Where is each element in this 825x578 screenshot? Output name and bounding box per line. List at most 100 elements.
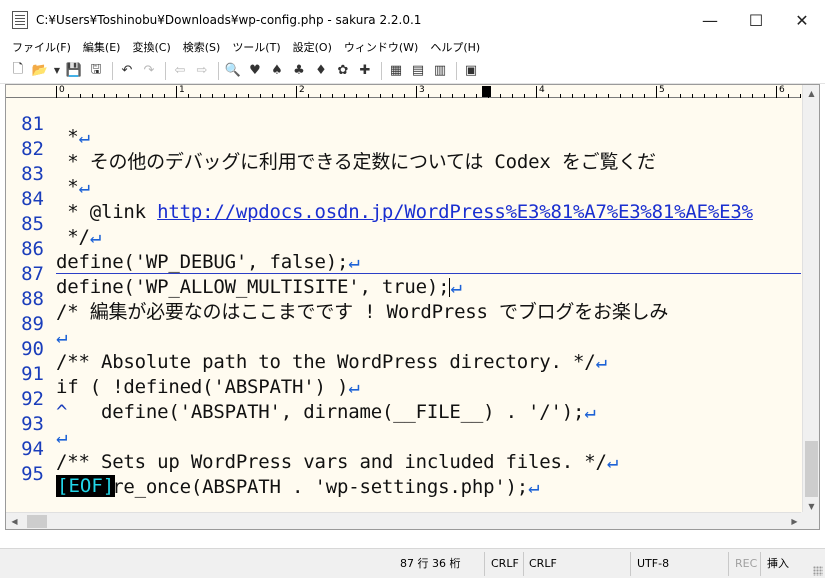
ruler-label: 3 xyxy=(419,85,425,95)
status-bar: 87 行 36 桁 CRLF CRLF UTF-8 REC 挿入 xyxy=(0,548,825,578)
line-number: 95 xyxy=(21,463,44,485)
ruler-major-tick xyxy=(296,86,297,98)
resize-grip-icon[interactable] xyxy=(813,566,823,576)
menu-window[interactable]: ウィンドウ(W) xyxy=(338,39,424,55)
open-folder-icon[interactable]: 📂 xyxy=(30,61,50,81)
save-all-icon[interactable]: 🖫 xyxy=(86,61,106,81)
ruler-label: 5 xyxy=(659,85,665,95)
window-controls: — ☐ ✕ xyxy=(687,0,825,40)
app-icon xyxy=(12,11,28,29)
window-list-icon[interactable]: ▣ xyxy=(461,61,481,81)
ruler-label: 1 xyxy=(179,85,185,95)
code-line: 86 define('WP_DEBUG', false);↵ xyxy=(6,224,801,273)
toolbar-divider xyxy=(456,61,457,80)
toolbar-divider xyxy=(218,61,219,80)
ruler: 0 1 2 3 4 5 6 xyxy=(6,85,801,98)
scrollbar-corner xyxy=(801,512,819,529)
current-code-line: 87 define('WP_ALLOW_MULTISITE', true);↵ xyxy=(6,249,801,298)
status-divider xyxy=(760,552,761,576)
minimize-button[interactable]: — xyxy=(687,0,733,40)
ruler-label: 6 xyxy=(779,85,785,95)
window-title: C:¥Users¥Toshinobu¥Downloads¥wp-config.p… xyxy=(36,13,422,27)
new-file-icon[interactable]: 🗋 xyxy=(8,61,28,81)
settings-icon[interactable]: ▤ xyxy=(408,61,428,81)
code-line: 92 ^ define('ABSPATH', dirname(__FILE__)… xyxy=(6,374,801,423)
horizontal-scroll-thumb[interactable] xyxy=(27,515,47,528)
menu-search[interactable]: 検索(S) xyxy=(177,39,227,55)
ruler-major-tick xyxy=(176,86,177,98)
ruler-major-tick xyxy=(656,86,657,98)
horizontal-scrollbar[interactable]: ◀ ▶ xyxy=(6,512,803,529)
toolbar-divider xyxy=(381,61,382,80)
newline-code[interactable]: CRLF xyxy=(491,554,519,574)
newline-mark: ↵ xyxy=(528,476,540,498)
menu-settings[interactable]: 設定(O) xyxy=(287,39,338,55)
code-line: 89 ↵ xyxy=(6,299,801,348)
code-line: 90 /** Absolute path to the WordPress di… xyxy=(6,324,801,373)
dropdown-icon[interactable]: ▼ xyxy=(52,61,62,81)
toolbar: 🗋 📂 ▼ 💾 🖫 ↶ ↷ ⇦ ⇨ 🔍 ♥ ♠ ♣ ♦ ✿ ✚ ▦ ▤ ▥ ▣ xyxy=(0,58,825,84)
outline-icon[interactable]: ▦ xyxy=(386,61,406,81)
code-line: 82 * その他のデバッグに利用できる定数については Codex をご覧くだ xyxy=(6,124,801,173)
code-line: 95 require_once(ABSPATH . 'wp-settings.p… xyxy=(6,449,801,498)
code-line: 88 /* 編集が必要なのはここまでです ! WordPress でブログをお楽… xyxy=(6,274,801,323)
menu-file[interactable]: ファイル(F) xyxy=(6,39,77,55)
eof-marker: [EOF] xyxy=(56,475,116,497)
cursor-position: 87 行 36 桁 xyxy=(400,557,461,570)
ruler-label: 0 xyxy=(59,85,65,95)
save-icon[interactable]: 💾 xyxy=(64,61,84,81)
macro-record-indicator[interactable]: REC xyxy=(735,554,757,574)
scroll-left-icon[interactable]: ◀ xyxy=(6,513,23,529)
ruler-major-tick xyxy=(776,86,777,98)
code-line: 83 *↵ xyxy=(6,149,801,198)
tag-jump-icon[interactable]: ✚ xyxy=(355,61,375,81)
text-editor[interactable]: 0 1 2 3 4 5 6 81 *↵ 82 * その他のデバッグに利用できる定… xyxy=(5,84,820,530)
ruler-cursor-marker xyxy=(482,86,491,97)
code-line: 94 /** Sets up WordPress vars and includ… xyxy=(6,424,801,473)
toolbar-divider xyxy=(112,61,113,80)
search-prev-icon[interactable]: ♥ xyxy=(245,61,265,81)
menu-convert[interactable]: 変換(C) xyxy=(126,39,176,55)
ruler-label: 2 xyxy=(299,85,305,95)
insert-mode[interactable]: 挿入 xyxy=(767,554,789,574)
ruler-major-tick xyxy=(536,86,537,98)
code-text: require_once(ABSPATH . 'wp-settings.php'… xyxy=(56,476,540,498)
status-divider xyxy=(484,552,485,576)
maximize-button[interactable]: ☐ xyxy=(733,0,779,40)
ruler-label: 4 xyxy=(539,85,545,95)
menu-edit[interactable]: 編集(E) xyxy=(77,39,127,55)
ruler-major-tick xyxy=(56,86,57,98)
menu-help[interactable]: ヘルプ(H) xyxy=(424,39,486,55)
status-divider xyxy=(728,552,729,576)
search-next-icon[interactable]: ♠ xyxy=(267,61,287,81)
scroll-up-icon[interactable]: ▲ xyxy=(803,85,819,102)
grep-icon[interactable]: ✿ xyxy=(333,61,353,81)
code-line: 81 *↵ xyxy=(6,99,801,148)
encoding[interactable]: UTF-8 xyxy=(637,554,669,574)
code-line: 85 */↵ xyxy=(6,199,801,248)
vertical-scroll-thumb[interactable] xyxy=(805,441,818,497)
title-bar: C:¥Users¥Toshinobu¥Downloads¥wp-config.p… xyxy=(0,0,825,40)
newline-code-input[interactable]: CRLF xyxy=(529,554,557,574)
undo-icon[interactable]: ↶ xyxy=(117,61,137,81)
menu-bar: ファイル(F) 編集(E) 変換(C) 検索(S) ツール(T) 設定(O) ウ… xyxy=(0,37,825,57)
mark-icon[interactable]: ♦ xyxy=(311,61,331,81)
status-divider xyxy=(630,552,631,576)
status-divider xyxy=(523,552,524,576)
jump-forward-icon[interactable]: ⇨ xyxy=(192,61,212,81)
search-icon[interactable]: 🔍 xyxy=(223,61,243,81)
code-line: 91 if ( !defined('ABSPATH') )↵ xyxy=(6,349,801,398)
code-line: 84 * @link http://wpdocs.osdn.jp/WordPre… xyxy=(6,174,801,223)
ruler-ticks xyxy=(56,85,801,98)
ruler-major-tick xyxy=(416,86,417,98)
jump-back-icon[interactable]: ⇦ xyxy=(170,61,190,81)
editor-lines[interactable]: 81 *↵ 82 * その他のデバッグに利用できる定数については Codex を… xyxy=(6,99,801,515)
type-settings-icon[interactable]: ▥ xyxy=(430,61,450,81)
vertical-scrollbar[interactable]: ▲ ▼ xyxy=(802,85,819,515)
code-line: 93 ↵ xyxy=(6,399,801,448)
close-button[interactable]: ✕ xyxy=(779,0,825,40)
menu-tools[interactable]: ツール(T) xyxy=(226,39,286,55)
toolbar-divider xyxy=(165,61,166,80)
replace-icon[interactable]: ♣ xyxy=(289,61,309,81)
redo-icon[interactable]: ↷ xyxy=(139,61,159,81)
